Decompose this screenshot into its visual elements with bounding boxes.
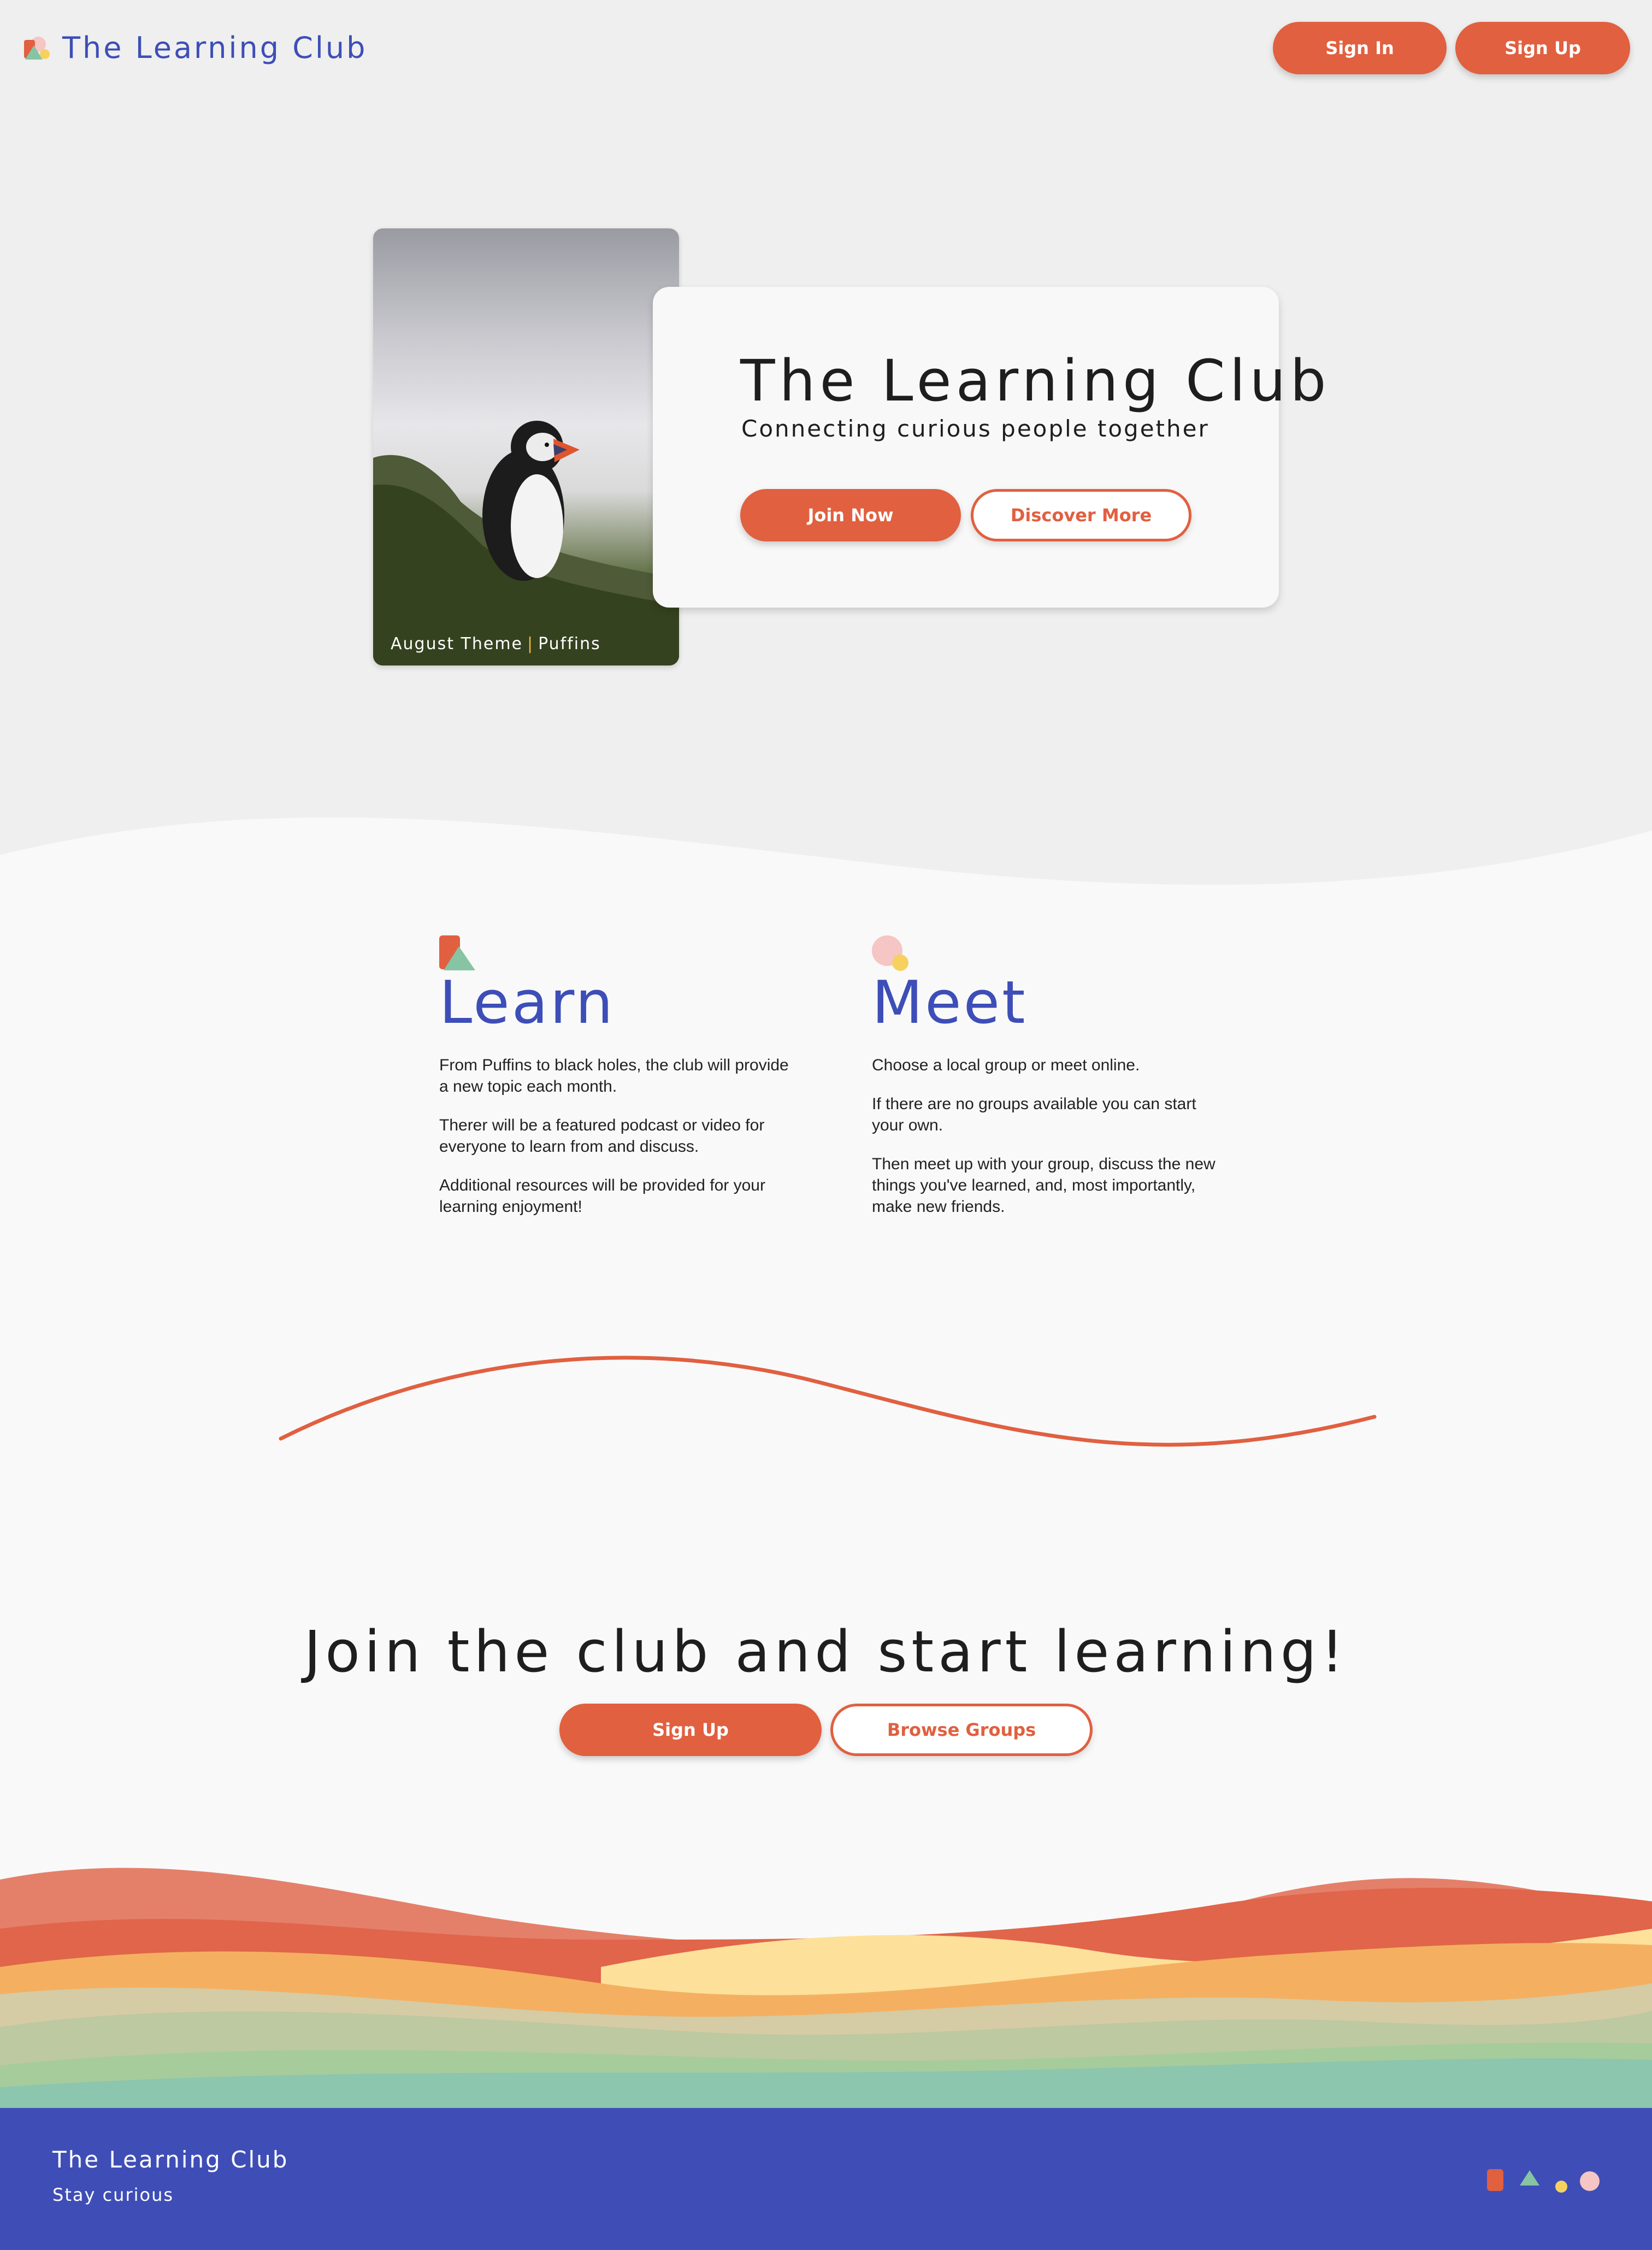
landscape-waves — [0, 1868, 1652, 2109]
caption-theme: August Theme — [391, 634, 523, 653]
meet-title: Meet — [872, 969, 1028, 1037]
brand-name: The Learning Club — [62, 31, 368, 65]
meet-section: Meet Choose a local group or meet online… — [872, 935, 1222, 1235]
brand-link[interactable]: The Learning Club — [23, 31, 367, 66]
learn-paragraph: Therer will be a featured podcast or vid… — [439, 1116, 765, 1156]
learn-section: Learn From Puffins to black holes, the c… — [439, 935, 789, 1235]
hero-subtitle: Connecting curious people together — [741, 415, 1210, 442]
cta-sign-up-button[interactable]: Sign Up — [559, 1704, 822, 1756]
learn-shapes-icon — [439, 935, 477, 971]
sign-in-button[interactable]: Sign In — [1273, 22, 1447, 74]
hero-card: The Learning Club Connecting curious peo… — [653, 287, 1326, 608]
footer-title: The Learning Club — [52, 2146, 289, 2173]
decorative-curve — [279, 1356, 1377, 1447]
learn-title: Learn — [439, 969, 615, 1037]
caption-separator: | — [527, 634, 534, 653]
footer-shapes-icon — [1486, 2168, 1606, 2193]
image-caption: August Theme | Puffins — [391, 634, 601, 653]
discover-more-button[interactable]: Discover More — [971, 489, 1191, 541]
browse-groups-button[interactable]: Browse Groups — [830, 1704, 1093, 1756]
caption-topic: Puffins — [538, 634, 601, 653]
meet-paragraph: Choose a local group or meet online. — [872, 1056, 1140, 1074]
join-now-button[interactable]: Join Now — [740, 489, 961, 541]
cta-title: Join the club and start learning! — [304, 1618, 1348, 1685]
featured-theme-image: August Theme | Puffins — [373, 228, 679, 665]
hero-wave-divider — [0, 817, 1652, 940]
footer-tagline: Stay curious — [52, 2184, 174, 2205]
sign-up-button[interactable]: Sign Up — [1455, 22, 1630, 74]
meet-paragraph: Then meet up with your group, discuss th… — [872, 1155, 1216, 1216]
footer: The Learning Club Stay curious — [0, 2108, 1652, 2250]
logo-shapes-icon — [23, 34, 50, 62]
puffin-illustration — [373, 421, 679, 665]
learn-paragraph: From Puffins to black holes, the club wi… — [439, 1056, 789, 1095]
meet-paragraph: If there are no groups available you can… — [872, 1095, 1196, 1134]
learn-paragraph: Additional resources will be provided fo… — [439, 1176, 765, 1216]
hero-title: The Learning Club — [740, 347, 1331, 414]
meet-circles-icon — [872, 935, 910, 971]
